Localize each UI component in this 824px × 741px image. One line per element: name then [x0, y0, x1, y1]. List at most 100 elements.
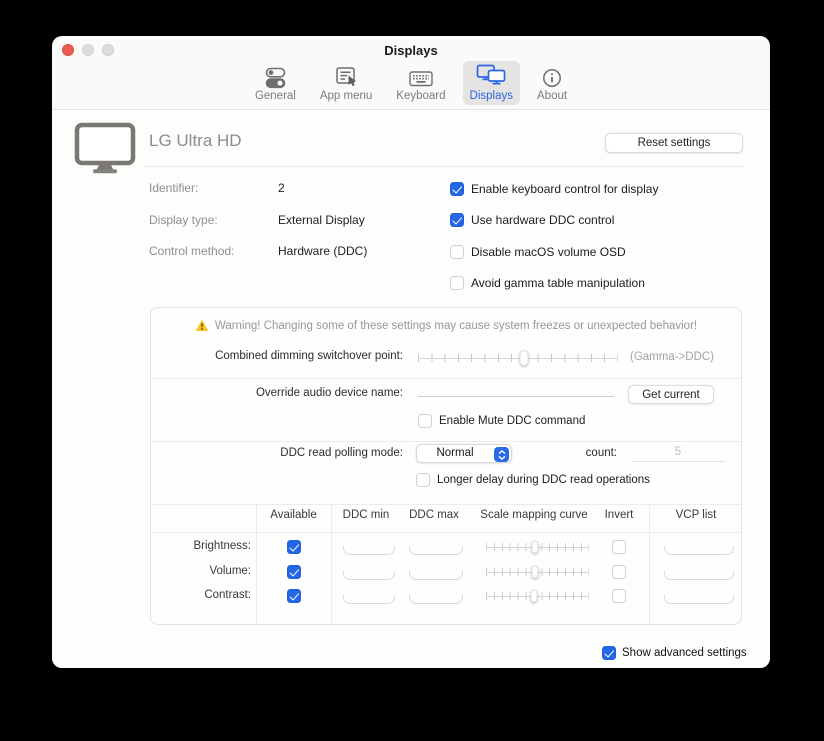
col-header-ddc-min: DDC min [342, 509, 390, 521]
option-row: Disable macOS volume OSD [450, 244, 626, 260]
col-header-invert: Invert [604, 509, 634, 521]
info-label: Control method: [149, 244, 235, 258]
toolbar-tab-label: About [537, 90, 568, 102]
audio-device-input[interactable] [418, 381, 614, 397]
toolbar-tab-label: General [254, 90, 296, 102]
ddc-max-input[interactable] [409, 571, 463, 580]
toolbar-tab-general[interactable]: General [248, 61, 303, 105]
dimming-slider[interactable] [418, 350, 618, 366]
disable-osd-checkbox[interactable] [450, 245, 464, 259]
toolbar-tab-about[interactable]: About [530, 61, 574, 105]
display-name: LG Ultra HD [149, 131, 242, 150]
divider [151, 441, 741, 442]
count-input[interactable]: 5 [631, 444, 725, 462]
curve-slider[interactable] [486, 588, 589, 604]
option-row: Use hardware DDC control [450, 212, 614, 228]
col-header-ddc-max: DDC max [409, 509, 459, 521]
ddc-min-input[interactable] [343, 595, 395, 604]
col-header-available: Available [270, 509, 317, 521]
longer-delay-row: Longer delay during DDC read operations [416, 472, 650, 488]
toolbar-tab-displays[interactable]: Displays [462, 61, 520, 105]
menu-cursor-icon [334, 64, 358, 89]
longer-delay-checkbox[interactable] [416, 473, 430, 487]
toolbar: General App menu Keyboard Displays About [52, 61, 770, 110]
get-current-button[interactable]: Get current [628, 385, 714, 404]
toolbar-tab-label: Displays [469, 90, 513, 102]
displays-icon [476, 64, 506, 89]
divider [151, 378, 741, 379]
enable-mute-checkbox[interactable] [418, 414, 432, 428]
app-window: Displays General App menu Keyboard Displ… [52, 36, 770, 668]
toolbar-tab-keyboard[interactable]: Keyboard [389, 61, 452, 105]
warning-icon [195, 319, 209, 332]
show-advanced-label: Show advanced settings [622, 647, 747, 659]
ddc-min-input[interactable] [343, 571, 395, 580]
invert-checkbox[interactable] [612, 565, 626, 579]
advanced-settings-panel: Warning! Changing some of these settings… [150, 307, 742, 625]
ddc-max-input[interactable] [409, 595, 463, 604]
slider-thumb[interactable] [531, 565, 539, 579]
table-row-contrast: Contrast: [151, 588, 743, 605]
info-label: Identifier: [149, 181, 199, 195]
slider-thumb[interactable] [531, 540, 539, 554]
info-label: Display type: [149, 213, 218, 227]
longer-delay-label: Longer delay during DDC read operations [437, 474, 650, 486]
show-advanced-checkbox[interactable] [602, 646, 616, 660]
mute-ddc-row: Enable Mute DDC command [418, 413, 585, 429]
keyboard-icon [408, 64, 434, 89]
header-divider [145, 166, 743, 167]
invert-checkbox[interactable] [612, 540, 626, 554]
slider-thumb[interactable] [530, 589, 538, 603]
ddc-min-input[interactable] [343, 546, 395, 555]
option-label: Use hardware DDC control [471, 213, 615, 227]
warning-text: Warning! Changing some of these settings… [214, 319, 698, 332]
show-advanced-row: Show advanced settings [602, 646, 747, 660]
warning-row: Warning! Changing some of these settings… [151, 319, 741, 332]
titlebar: Displays [52, 36, 770, 64]
hardware-ddc-checkbox[interactable] [450, 213, 464, 227]
count-label: count: [585, 447, 617, 459]
invert-checkbox[interactable] [612, 589, 626, 603]
dimming-suffix: (Gamma->DDC) [630, 351, 715, 363]
curve-slider[interactable] [486, 539, 589, 555]
available-checkbox[interactable] [287, 589, 301, 603]
curve-slider[interactable] [486, 564, 589, 580]
option-label: Enable keyboard control for display [471, 182, 659, 196]
table-header-divider [151, 532, 741, 533]
info-value: Hardware (DDC) [278, 244, 368, 258]
vcp-list-input[interactable] [664, 571, 734, 580]
slider-thumb[interactable] [519, 350, 529, 366]
option-row: Enable keyboard control for display [450, 181, 658, 197]
vcp-list-input[interactable] [664, 546, 734, 555]
available-checkbox[interactable] [287, 540, 301, 554]
info-value: External Display [278, 213, 365, 227]
option-label: Disable macOS volume OSD [471, 245, 626, 259]
table-top-divider [151, 504, 741, 505]
audio-name-label: Override audio device name: [255, 387, 403, 399]
row-label: Volume: [209, 565, 251, 577]
ddc-max-input[interactable] [409, 546, 463, 555]
table-row-volume: Volume: [151, 564, 743, 581]
toolbar-tab-app-menu[interactable]: App menu [313, 61, 379, 105]
mute-ddc-label: Enable Mute DDC command [439, 415, 586, 427]
row-label: Contrast: [204, 589, 251, 601]
option-label: Avoid gamma table manipulation [471, 276, 645, 290]
col-header-scale-curve: Scale mapping curve [480, 509, 588, 521]
info-icon [541, 64, 563, 89]
vcp-list-input[interactable] [664, 595, 734, 604]
option-row: Avoid gamma table manipulation [450, 275, 645, 291]
info-value: 2 [278, 181, 285, 195]
col-header-vcp-list: VCP list [675, 509, 717, 521]
avoid-gamma-checkbox[interactable] [450, 276, 464, 290]
toggles-icon [263, 64, 288, 89]
toolbar-tab-label: App menu [319, 90, 373, 102]
dimming-label: Combined dimming switchover point: [215, 350, 403, 362]
reset-settings-button[interactable]: Reset settings [605, 133, 743, 153]
table-row-brightness: Brightness: [151, 539, 743, 556]
monitor-icon [74, 122, 136, 177]
keyboard-control-checkbox[interactable] [450, 182, 464, 196]
toolbar-tab-label: Keyboard [396, 90, 446, 102]
available-checkbox[interactable] [287, 565, 301, 579]
slider-track [418, 357, 618, 359]
window-title: Displays [384, 43, 438, 58]
